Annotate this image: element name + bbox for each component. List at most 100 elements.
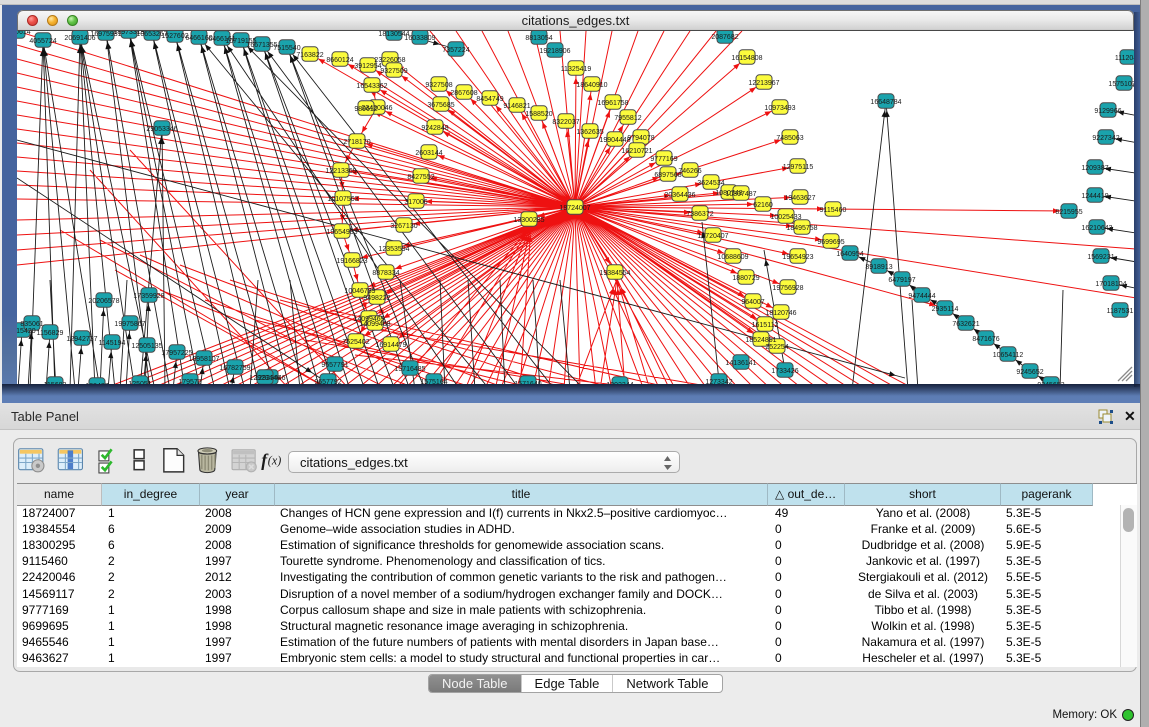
svg-text:19218906: 19218906 <box>539 48 570 55</box>
svg-text:2935114: 2935114 <box>932 306 959 313</box>
svg-text:16543362: 16543362 <box>356 83 387 90</box>
svg-text:1569231: 1569231 <box>1087 254 1114 261</box>
svg-text:16154808: 16154808 <box>731 55 762 62</box>
svg-text:7163822: 7163822 <box>296 52 323 59</box>
svg-text:10025433: 10025433 <box>770 214 801 221</box>
svg-text:7625402: 7625402 <box>342 339 369 346</box>
svg-text:989612: 989612 <box>354 106 377 113</box>
svg-text:12213967: 12213967 <box>748 80 779 87</box>
svg-text:3675685: 3675685 <box>427 102 454 109</box>
svg-text:9699695: 9699695 <box>817 239 844 246</box>
svg-text:8878334: 8878334 <box>372 270 399 277</box>
svg-text:1292344: 1292344 <box>606 382 633 384</box>
svg-text:10973493: 10973493 <box>764 105 795 112</box>
svg-text:746266: 746266 <box>678 168 701 175</box>
svg-text:14099468: 14099468 <box>359 321 390 328</box>
svg-text:9794078: 9794078 <box>627 135 654 142</box>
svg-text:13300285: 13300285 <box>513 217 544 224</box>
svg-text:7632621: 7632621 <box>952 321 979 328</box>
svg-text:8813054: 8813054 <box>525 35 552 42</box>
svg-text:15720407: 15720407 <box>697 233 728 240</box>
svg-text:16210643: 16210643 <box>1081 225 1112 232</box>
svg-text:8215955: 8215955 <box>1055 209 1082 216</box>
svg-text:16648784: 16648784 <box>870 99 901 106</box>
svg-text:(x): (x) <box>268 454 281 468</box>
svg-text:19166823: 19166823 <box>336 258 367 265</box>
svg-text:115682: 115682 <box>44 382 67 384</box>
svg-text:1615112: 1615112 <box>752 322 779 329</box>
svg-text:12923446: 12923446 <box>249 375 280 382</box>
svg-text:18120746: 18120746 <box>765 310 796 317</box>
svg-text:9227342: 9227342 <box>1092 135 1119 142</box>
svg-text:1145194: 1145194 <box>99 340 126 347</box>
svg-text:16033809: 16033809 <box>404 35 435 42</box>
svg-text:10958107: 10958107 <box>188 356 219 363</box>
svg-text:8322037: 8322037 <box>552 119 579 126</box>
svg-text:9327509: 9327509 <box>380 68 407 75</box>
svg-text:9657792: 9657792 <box>314 379 341 384</box>
svg-text:12975115: 12975115 <box>783 164 814 171</box>
svg-text:1156829: 1156829 <box>37 330 64 337</box>
svg-text:9498222: 9498222 <box>363 295 390 302</box>
svg-text:19463627: 19463627 <box>784 195 815 202</box>
svg-text:1112045: 1112045 <box>1115 55 1134 62</box>
svg-text:125051: 125051 <box>128 381 151 384</box>
svg-text:1244419: 1244419 <box>1081 193 1108 200</box>
svg-text:1880729: 1880729 <box>732 275 759 282</box>
svg-text:835061: 835061 <box>20 321 43 328</box>
svg-text:8350614: 8350614 <box>17 31 31 36</box>
svg-text:9327508: 9327508 <box>425 82 452 89</box>
svg-text:12213369: 12213369 <box>325 168 356 175</box>
svg-text:317006: 317006 <box>404 199 427 206</box>
svg-text:8427552: 8427552 <box>407 174 434 181</box>
svg-text:15751074: 15751074 <box>1108 81 1134 88</box>
svg-text:18724007: 18724007 <box>559 205 590 212</box>
svg-text:9146821: 9146821 <box>503 103 530 110</box>
svg-text:19756928: 19756928 <box>772 285 803 292</box>
svg-text:19975867: 19975867 <box>114 321 145 328</box>
svg-text:15716485: 15716485 <box>394 366 425 373</box>
svg-text:16961758: 16961758 <box>597 100 628 107</box>
svg-text:9129966: 9129966 <box>1094 108 1121 115</box>
svg-text:1640954: 1640954 <box>836 251 863 258</box>
svg-text:10688609: 10688609 <box>717 254 748 261</box>
svg-text:4055724: 4055724 <box>29 38 56 45</box>
svg-text:3624534: 3624534 <box>697 180 724 187</box>
svg-text:964007: 964007 <box>741 299 764 306</box>
svg-text:2087682: 2087682 <box>711 34 738 41</box>
svg-text:7386372: 7386372 <box>686 211 713 218</box>
svg-text:7357224: 7357224 <box>442 47 469 54</box>
svg-text:1273342: 1273342 <box>705 379 732 384</box>
svg-text:9242848: 9242848 <box>421 125 448 132</box>
svg-text:8660124: 8660124 <box>326 57 353 64</box>
svg-text:3912954: 3912954 <box>354 63 381 70</box>
svg-text:129427: 129427 <box>85 383 108 384</box>
svg-text:62160: 62160 <box>753 202 773 209</box>
svg-text:7955812: 7955812 <box>614 115 641 122</box>
svg-text:19654923: 19654923 <box>782 254 813 261</box>
svg-text:2867608: 2867608 <box>450 90 477 97</box>
svg-text:1733426: 1733426 <box>771 368 798 375</box>
svg-text:8454749: 8454749 <box>476 96 503 103</box>
svg-text:18640910: 18640910 <box>576 82 607 89</box>
svg-text:8471676: 8471676 <box>972 336 999 343</box>
svg-text:11325419: 11325419 <box>561 66 592 73</box>
svg-text:252254: 252254 <box>765 344 788 351</box>
svg-text:2603144: 2603144 <box>415 150 442 157</box>
svg-text:1187531: 1187531 <box>1107 308 1134 315</box>
svg-text:19904448: 19904448 <box>599 137 630 144</box>
svg-text:18495758: 18495758 <box>786 225 817 232</box>
svg-text:9245652: 9245652 <box>1016 369 1043 376</box>
svg-text:179572: 179572 <box>178 379 201 384</box>
svg-text:1588520: 1588520 <box>525 111 552 118</box>
svg-text:12942737: 12942737 <box>66 336 97 343</box>
svg-text:1575164: 1575164 <box>420 379 447 384</box>
svg-text:12505135: 12505135 <box>131 343 162 350</box>
svg-text:16782759: 16782759 <box>219 365 250 372</box>
svg-text:7485063: 7485063 <box>776 135 803 142</box>
svg-text:1571640: 1571640 <box>514 381 541 384</box>
svg-text:9474444: 9474444 <box>908 293 935 300</box>
svg-text:1362635: 1362635 <box>576 129 603 136</box>
svg-text:9245653: 9245653 <box>1037 382 1064 384</box>
svg-text:1209387: 1209387 <box>1081 165 1108 172</box>
